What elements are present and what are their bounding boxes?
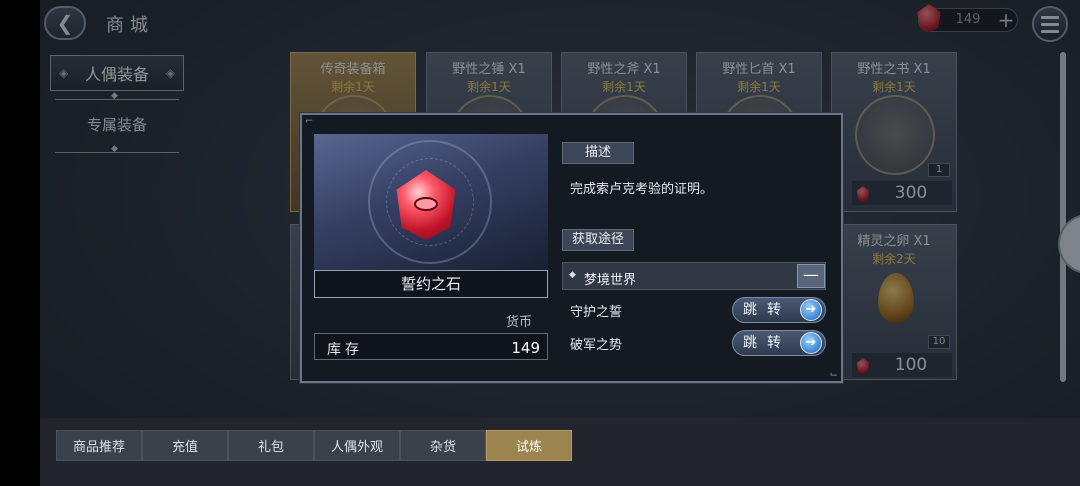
corner-ornament-icon: ⌙ <box>829 369 838 380</box>
bottom-tabs: 商品推荐 充值 礼包 人偶外观 杂货 试炼 <box>56 430 572 461</box>
source-group-title: 梦境世界 <box>584 273 637 288</box>
description-text: 完成索卢克考验的证明。 <box>570 182 714 197</box>
description-header: 描述 <box>562 142 634 164</box>
tab-gift-pack[interactable]: 礼包 <box>228 430 314 461</box>
collapse-button[interactable]: — <box>797 264 825 288</box>
stock-label: 库存 <box>327 342 363 358</box>
source-item: 守护之誓 <box>570 305 623 320</box>
arrow-right-icon[interactable]: ➔ <box>800 299 822 321</box>
tab-misc[interactable]: 杂货 <box>400 430 486 461</box>
left-black-strip <box>0 0 40 486</box>
arrow-right-icon[interactable]: ➔ <box>800 332 822 354</box>
tab-recommended[interactable]: 商品推荐 <box>56 430 142 461</box>
item-type-label: 货币 <box>506 315 533 330</box>
corner-ornament-icon: ⌐ <box>305 116 314 127</box>
gem-eye-decor <box>414 197 438 211</box>
source-header: 获取途径 <box>562 229 634 251</box>
tab-trial[interactable]: 试炼 <box>486 430 572 461</box>
item-name: 誓约之石 <box>314 270 548 298</box>
diamond-bullet-icon: ◆ <box>569 270 576 280</box>
stock-value: 149 <box>511 339 540 357</box>
tab-recharge[interactable]: 充值 <box>142 430 228 461</box>
source-item: 破军之势 <box>570 338 623 353</box>
tab-doll-skins[interactable]: 人偶外观 <box>314 430 400 461</box>
